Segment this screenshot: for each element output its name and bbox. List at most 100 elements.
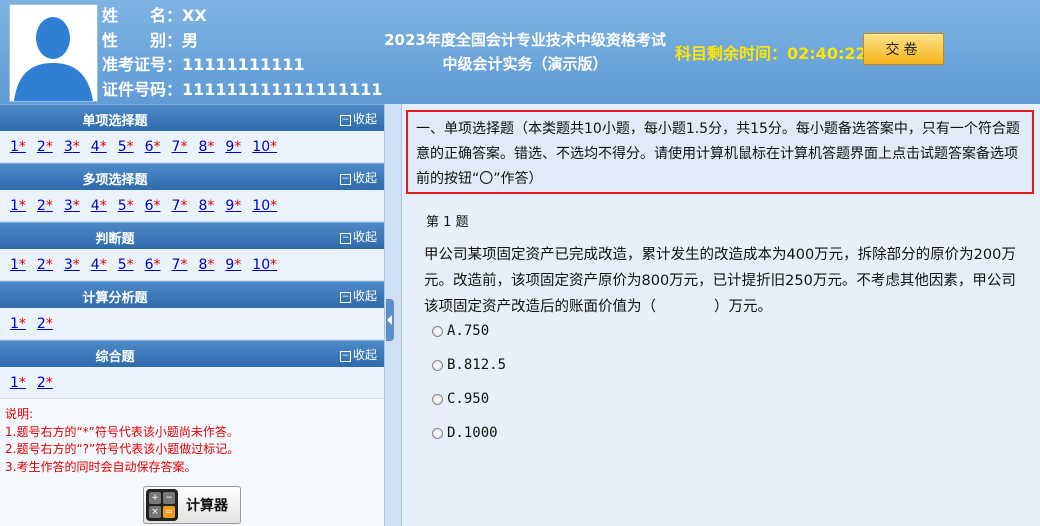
- option-letter: C.: [447, 391, 464, 407]
- radio-button[interactable]: [432, 427, 443, 439]
- option-letter: D.: [447, 425, 464, 441]
- ticket-label: 准考证号：: [102, 55, 183, 74]
- calculator-icon: + − × =: [146, 489, 178, 521]
- question-link[interactable]: 2*: [37, 375, 53, 391]
- question-link[interactable]: 1*: [10, 375, 26, 391]
- question-number: 1: [10, 315, 19, 332]
- radio-button[interactable]: [432, 325, 443, 337]
- radio-button[interactable]: [432, 393, 443, 405]
- radio-button[interactable]: [432, 359, 443, 371]
- question-link[interactable]: 3*: [64, 257, 80, 273]
- question-link[interactable]: 5*: [118, 139, 134, 155]
- question-link[interactable]: 7*: [172, 198, 188, 214]
- collapse-section-button[interactable]: − 收起: [339, 228, 377, 245]
- unanswered-mark: *: [270, 197, 278, 214]
- option-b[interactable]: B. 812.5: [432, 357, 506, 373]
- question-link-row: 1* 2*: [0, 367, 384, 399]
- question-link[interactable]: 2*: [37, 316, 53, 332]
- submit-exam-button[interactable]: 交卷: [863, 33, 944, 65]
- section-title: 多项选择题: [82, 173, 148, 188]
- question-number: 5: [117, 197, 127, 214]
- question-link[interactable]: 4*: [91, 198, 107, 214]
- question-number: 3: [63, 197, 73, 214]
- question-link[interactable]: 3*: [64, 139, 80, 155]
- option-c[interactable]: C. 950: [432, 391, 489, 407]
- question-link[interactable]: 2*: [37, 198, 53, 214]
- question-link[interactable]: 5*: [118, 198, 134, 214]
- unanswered-mark: *: [270, 256, 278, 273]
- chevron-left-icon: [387, 315, 392, 325]
- question-link[interactable]: 8*: [198, 139, 214, 155]
- question-link[interactable]: 10*: [252, 257, 277, 273]
- question-link[interactable]: 7*: [172, 257, 188, 273]
- candidate-name: XX: [182, 6, 207, 25]
- question-link[interactable]: 9*: [225, 139, 241, 155]
- collapse-section-button[interactable]: − 收起: [339, 110, 377, 127]
- question-link[interactable]: 6*: [145, 257, 161, 273]
- collapse-section-button[interactable]: − 收起: [339, 287, 377, 304]
- question-number: 9: [225, 138, 235, 155]
- question-link[interactable]: 4*: [91, 139, 107, 155]
- option-letter: B.: [447, 357, 464, 373]
- unanswered-mark: *: [234, 256, 242, 273]
- question-link[interactable]: 1*: [10, 316, 26, 332]
- calculator-button[interactable]: + − × = 计算器: [143, 486, 241, 524]
- question-link[interactable]: 7*: [172, 139, 188, 155]
- question-number: 1: [10, 138, 19, 155]
- question-link[interactable]: 8*: [198, 257, 214, 273]
- question-link[interactable]: 10*: [252, 139, 277, 155]
- question-link-row: 1* 2*: [0, 308, 384, 340]
- question-panel: 一、单项选择题（本类题共10小题，每小题1.5分，共15分。每小题备选答案中，只…: [402, 104, 1040, 526]
- panel-divider[interactable]: [384, 104, 402, 526]
- question-link[interactable]: 1*: [10, 198, 26, 214]
- question-link[interactable]: 1*: [10, 257, 26, 273]
- collapse-left-handle[interactable]: [386, 299, 394, 341]
- unanswered-mark: *: [45, 315, 53, 332]
- section-header: 单项选择题 − 收起: [0, 104, 384, 131]
- question-number: 3: [63, 138, 73, 155]
- collapse-section-button[interactable]: − 收起: [339, 169, 377, 186]
- question-link[interactable]: 10*: [252, 198, 277, 214]
- exam-title-line2: 中级会计实务（演示版）: [442, 55, 608, 73]
- question-number: 9: [225, 197, 235, 214]
- unanswered-mark: *: [153, 138, 161, 155]
- question-navigator: 单项选择题 − 收起 1* 2* 3* 4* 5* 6* 7* 8* 9* 10* 多项选择题 − 收起 1* 2…: [0, 104, 384, 526]
- note-line: 说明:: [5, 407, 34, 421]
- minus-box-icon: −: [339, 292, 351, 303]
- question-link[interactable]: 4*: [91, 257, 107, 273]
- option-a[interactable]: A. 750: [432, 323, 489, 339]
- remaining-time: 科目剩余时间：02:40:22: [675, 40, 867, 64]
- minus-box-icon: −: [339, 351, 351, 362]
- unanswered-mark: *: [270, 138, 278, 155]
- question-number: 5: [117, 256, 127, 273]
- question-link[interactable]: 1*: [10, 139, 26, 155]
- ticket-number: 11111111111: [182, 55, 305, 74]
- question-link[interactable]: 2*: [37, 139, 53, 155]
- unanswered-mark: *: [45, 197, 53, 214]
- section-title: 判断题: [95, 232, 135, 247]
- question-link[interactable]: 8*: [198, 198, 214, 214]
- unanswered-mark: *: [99, 256, 107, 273]
- section-instructions: 一、单项选择题（本类题共10小题，每小题1.5分，共15分。每小题备选答案中，只…: [406, 110, 1034, 194]
- section-title: 综合题: [95, 350, 135, 365]
- option-d[interactable]: D. 1000: [432, 425, 498, 441]
- question-link[interactable]: 9*: [225, 198, 241, 214]
- question-link[interactable]: 3*: [64, 198, 80, 214]
- question-link-row: 1* 2* 3* 4* 5* 6* 7* 8* 9* 10*: [0, 131, 384, 163]
- collapse-section-button[interactable]: − 收起: [339, 346, 377, 363]
- question-link[interactable]: 9*: [225, 257, 241, 273]
- unanswered-mark: *: [126, 256, 134, 273]
- question-link[interactable]: 6*: [145, 198, 161, 214]
- question-link[interactable]: 5*: [118, 257, 134, 273]
- section-list: 单项选择题 − 收起 1* 2* 3* 4* 5* 6* 7* 8* 9* 10* 多项选择题 − 收起 1* 2…: [0, 104, 384, 399]
- section-header: 多项选择题 − 收起: [0, 163, 384, 190]
- question-number: 2: [36, 197, 46, 214]
- question-number: 2: [36, 256, 46, 273]
- note-line: 2.题号右方的“?”符号代表该小题做过标记。: [5, 442, 240, 456]
- unanswered-mark: *: [18, 197, 26, 214]
- section-header: 综合题 − 收起: [0, 340, 384, 367]
- question-number: 9: [225, 256, 235, 273]
- question-link[interactable]: 6*: [145, 139, 161, 155]
- question-link[interactable]: 2*: [37, 257, 53, 273]
- unanswered-mark: *: [207, 256, 215, 273]
